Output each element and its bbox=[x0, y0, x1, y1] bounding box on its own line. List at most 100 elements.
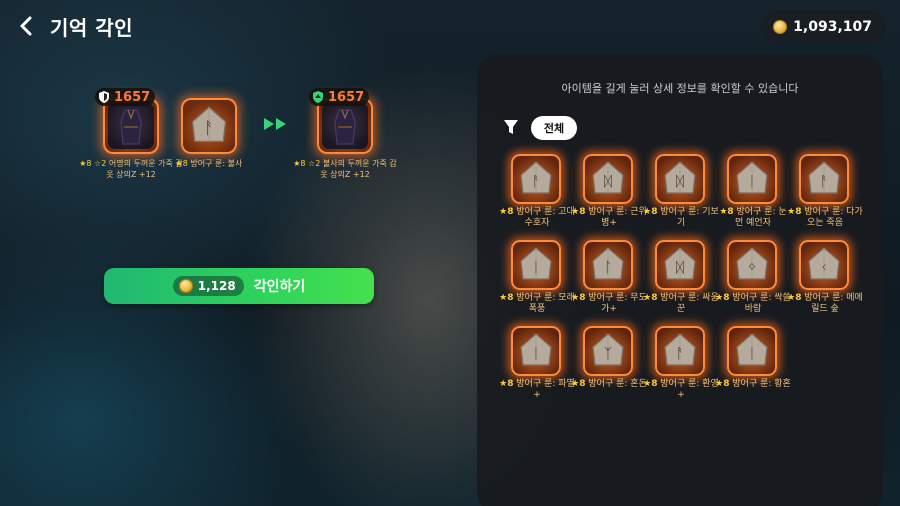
svg-text:ᚨ: ᚨ bbox=[204, 119, 214, 138]
rune-stone-icon: ᚲ bbox=[808, 247, 840, 280]
engrave-cost-value: 1,128 bbox=[197, 279, 236, 293]
rune-item[interactable]: ᛞ ★8 방어구 룬: 싸움꾼 bbox=[643, 240, 719, 324]
back-arrow-icon[interactable] bbox=[14, 13, 40, 39]
gold-coin-icon bbox=[773, 20, 788, 34]
gold-coin-icon bbox=[178, 279, 193, 293]
rune-item-frame: ᛁ bbox=[511, 326, 561, 376]
filter-icon[interactable] bbox=[503, 118, 519, 136]
rune-item[interactable]: ᚨ ★8 방어구 룬: 고대 수호자 bbox=[499, 154, 575, 238]
rune-glyph: ᛚ bbox=[604, 260, 612, 276]
rune-glyph: ᛞ bbox=[676, 174, 685, 190]
rune-stone-icon: ᛞ bbox=[592, 161, 624, 194]
power-up-icon bbox=[313, 91, 323, 103]
rune-glyph: ᛁ bbox=[748, 174, 756, 190]
rune-stone-icon: ᛚ bbox=[592, 247, 624, 280]
rune-glyph: ᛞ bbox=[676, 260, 685, 276]
filter-all-chip[interactable]: 전체 bbox=[531, 116, 577, 140]
rune-item-frame: ᛉ bbox=[583, 326, 633, 376]
rune-item[interactable]: ᛁ ★8 방어구 룬: 파멸+ bbox=[499, 326, 575, 410]
rune-glyph: ᚨ bbox=[676, 346, 684, 362]
rune-stone-icon: ᛉ bbox=[592, 333, 624, 366]
rune-stone-icon: ᛁ bbox=[520, 247, 552, 280]
rune-item[interactable]: ᛁ ★8 방어구 룬: 눈 먼 예언자 bbox=[715, 154, 791, 238]
rune-glyph: ᛁ bbox=[532, 260, 540, 276]
rune-item[interactable]: ᚨ ★8 방어구 룬: 다가오는 죽음 bbox=[787, 154, 863, 238]
rune-item-frame: ᛁ bbox=[727, 154, 777, 204]
panel-hint: 아이템을 길게 눌러 상세 정보를 확인할 수 있습니다 bbox=[561, 82, 799, 95]
result-equipment-slot[interactable]: 1657 bbox=[309, 88, 373, 154]
rune-item[interactable]: ᛞ ★8 방어구 룬: 근위병+ bbox=[571, 154, 647, 238]
rune-item-label: ★8 방어구 룬: 황혼 bbox=[715, 379, 791, 389]
engrave-button[interactable]: 1,128 각인하기 bbox=[104, 268, 374, 304]
rune-item[interactable]: ᚲ ★8 방어구 룬: 메메릴드 숲 bbox=[787, 240, 863, 324]
engrave-button-label: 각인하기 bbox=[253, 279, 306, 295]
rune-item[interactable]: ᛚ ★8 방어구 룬: 무도가+ bbox=[571, 240, 647, 324]
rune-item-label: ★8 방어구 룬: 눈 먼 예언자 bbox=[719, 207, 787, 228]
rune-item-label: ★8 방어구 룬: 싸움꾼 bbox=[643, 293, 719, 314]
rune-item-frame: ᚨ bbox=[511, 154, 561, 204]
fast-forward-arrow-icon bbox=[264, 118, 286, 130]
rune-glyph: ᛞ bbox=[604, 174, 613, 190]
equipment-slot[interactable]: 1657 bbox=[95, 88, 159, 154]
engrave-cost: 1,128 bbox=[172, 276, 244, 296]
rune-glyph: ᛉ bbox=[604, 346, 612, 362]
rune-item-frame: ᛞ bbox=[583, 154, 633, 204]
armor-robe-icon bbox=[120, 109, 142, 145]
combat-power-badge: 1657 bbox=[309, 88, 370, 106]
rune-item[interactable]: ᛉ ★8 방어구 룬: 혼돈 bbox=[571, 326, 647, 410]
rune-item-frame: ᛞ bbox=[655, 154, 705, 204]
currency-amount: 1,093,107 bbox=[793, 19, 872, 35]
rune-stone-icon: ᚨ bbox=[191, 106, 227, 143]
rune-item[interactable]: ᛁ ★8 방어구 룬: 모래 폭풍 bbox=[499, 240, 575, 324]
currency-display: 1,093,107 bbox=[761, 10, 886, 44]
rune-item-frame: ᛞ bbox=[655, 240, 705, 290]
rune-stone-icon: ᛜ bbox=[736, 247, 768, 280]
rune-item-frame: ᛁ bbox=[511, 240, 561, 290]
rune-item-frame: ᚨ bbox=[655, 326, 705, 376]
rune-stone-icon: ᛞ bbox=[664, 161, 696, 194]
rune-item[interactable]: ᛁ ★8 방어구 룬: 황혼 bbox=[715, 326, 791, 410]
combat-power-value: 1657 bbox=[114, 89, 151, 105]
rune-item[interactable]: ᛜ ★8 방어구 룬: 싹쓸바람 bbox=[715, 240, 791, 324]
rune-item-label: ★8 방어구 룬: 메메릴드 숲 bbox=[787, 293, 863, 314]
rune-stone-icon: ᚨ bbox=[808, 161, 840, 194]
rune-stone-icon: ᛁ bbox=[736, 333, 768, 366]
rune-caption: ★8 방어구 룬: 불사 bbox=[175, 159, 243, 168]
rune-item-label: ★8 방어구 룬: 기보기 bbox=[643, 207, 719, 228]
rune-item-frame: ᛁ bbox=[727, 326, 777, 376]
rune-item-label: ★8 방어구 룬: 모래 폭풍 bbox=[499, 293, 575, 314]
rune-item[interactable]: ᚨ ★8 방어구 룬: 환영+ bbox=[643, 326, 719, 410]
rune-item-frame: ᛜ bbox=[727, 240, 777, 290]
rune-item-label: ★8 방어구 룬: 환영+ bbox=[643, 379, 719, 400]
rune-item-label: ★8 방어구 룬: 무도가+ bbox=[571, 293, 647, 314]
rune-stone-icon: ᛁ bbox=[736, 161, 768, 194]
rune-glyph: ᛁ bbox=[532, 346, 540, 362]
page-title: 기억 각인 bbox=[50, 16, 134, 40]
rune-item-label: ★8 방어구 룬: 싹쓸바람 bbox=[715, 293, 791, 314]
rune-inventory-panel: 아이템을 길게 눌러 상세 정보를 확인할 수 있습니다 전체 ᚨ ★8 방어구 … bbox=[477, 54, 883, 506]
selected-rune-slot[interactable]: ᚨ bbox=[181, 98, 237, 154]
result-caption: ★8 ☆2 불사의 두꺼운 가죽 갑옷 상의Z +12 bbox=[293, 159, 397, 179]
combat-power-value: 1657 bbox=[328, 89, 365, 105]
rune-glyph: ᛜ bbox=[748, 260, 756, 276]
rune-item-frame: ᚲ bbox=[799, 240, 849, 290]
rune-stone-icon: ᛞ bbox=[664, 247, 696, 280]
armor-robe-icon bbox=[334, 109, 356, 145]
rune-item-frame: ᛚ bbox=[583, 240, 633, 290]
rune-item-label: ★8 방어구 룬: 혼돈 bbox=[571, 379, 647, 389]
rune-glyph: ᚲ bbox=[820, 260, 828, 276]
rune-glyph: ᚨ bbox=[820, 174, 828, 190]
shield-icon bbox=[99, 91, 109, 103]
rune-item-label: ★8 방어구 룬: 고대 수호자 bbox=[499, 207, 575, 228]
rune-stone-icon: ᚨ bbox=[520, 161, 552, 194]
rune-item-label: ★8 방어구 룬: 근위병+ bbox=[571, 207, 647, 228]
rune-stone-icon: ᛁ bbox=[520, 333, 552, 366]
rune-item-label: ★8 방어구 룬: 다가오는 죽음 bbox=[787, 207, 863, 228]
rune-stone-icon: ᚨ bbox=[664, 333, 696, 366]
rune-glyph: ᛁ bbox=[748, 346, 756, 362]
rune-item-frame: ᚨ bbox=[799, 154, 849, 204]
rune-item-label: ★8 방어구 룬: 파멸+ bbox=[499, 379, 575, 400]
rune-glyph: ᚨ bbox=[532, 174, 540, 190]
combat-power-badge: 1657 bbox=[95, 88, 156, 106]
rune-item[interactable]: ᛞ ★8 방어구 룬: 기보기 bbox=[643, 154, 719, 238]
